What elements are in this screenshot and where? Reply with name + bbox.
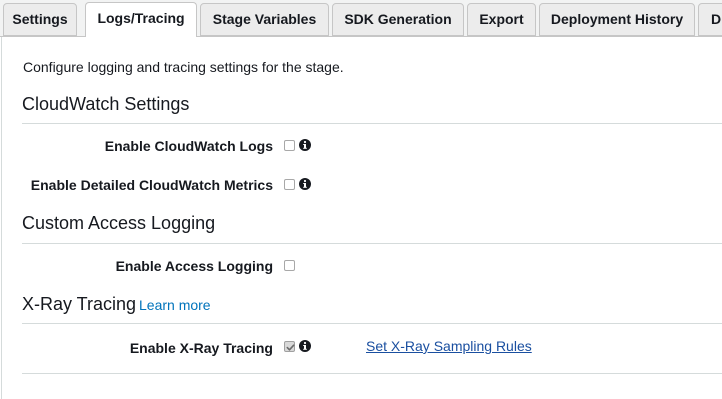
xray-section-title: X-Ray Tracing bbox=[22, 294, 137, 314]
info-icon[interactable] bbox=[299, 178, 311, 190]
enable-access-logging-label: Enable Access Logging bbox=[115, 258, 273, 274]
tab-logs-tracing[interactable]: Logs/Tracing bbox=[85, 2, 197, 37]
bottom-divider bbox=[22, 373, 722, 374]
info-icon[interactable] bbox=[299, 340, 311, 352]
content-left-border bbox=[1, 37, 2, 399]
tab-sdk-generation[interactable]: SDK Generation bbox=[332, 3, 464, 36]
enable-xray-tracing-label: Enable X-Ray Tracing bbox=[129, 340, 273, 356]
enable-cloudwatch-logs-label: Enable CloudWatch Logs bbox=[104, 138, 273, 154]
info-icon[interactable] bbox=[299, 139, 311, 151]
access-logging-section-title: Custom Access Logging bbox=[22, 213, 216, 233]
enable-detailed-metrics-checkbox[interactable] bbox=[284, 179, 295, 190]
stage-editor-page: Settings Stage Variables SDK Generation … bbox=[0, 0, 722, 399]
tab-deployment-history[interactable]: Deployment History bbox=[539, 3, 695, 36]
tab-truncated[interactable]: D bbox=[698, 3, 722, 36]
cloudwatch-section-title: CloudWatch Settings bbox=[22, 94, 190, 114]
enable-cloudwatch-logs-checkbox[interactable] bbox=[284, 140, 295, 151]
checkmark-icon bbox=[286, 344, 295, 351]
learn-more-link[interactable]: Learn more bbox=[139, 297, 211, 313]
enable-access-logging-checkbox[interactable] bbox=[284, 260, 295, 271]
access-logging-divider bbox=[22, 243, 722, 244]
cloudwatch-divider bbox=[22, 123, 722, 124]
intro-text: Configure logging and tracing settings f… bbox=[23, 59, 344, 75]
tab-stage-variables[interactable]: Stage Variables bbox=[200, 3, 329, 36]
tab-bar: Settings Stage Variables SDK Generation … bbox=[0, 0, 722, 37]
tab-export[interactable]: Export bbox=[467, 3, 536, 36]
set-xray-sampling-rules-link[interactable]: Set X-Ray Sampling Rules bbox=[366, 338, 532, 354]
xray-divider bbox=[22, 323, 722, 324]
tab-settings[interactable]: Settings bbox=[3, 3, 77, 36]
enable-xray-tracing-checkbox[interactable] bbox=[284, 341, 295, 352]
enable-detailed-metrics-label: Enable Detailed CloudWatch Metrics bbox=[30, 177, 273, 193]
